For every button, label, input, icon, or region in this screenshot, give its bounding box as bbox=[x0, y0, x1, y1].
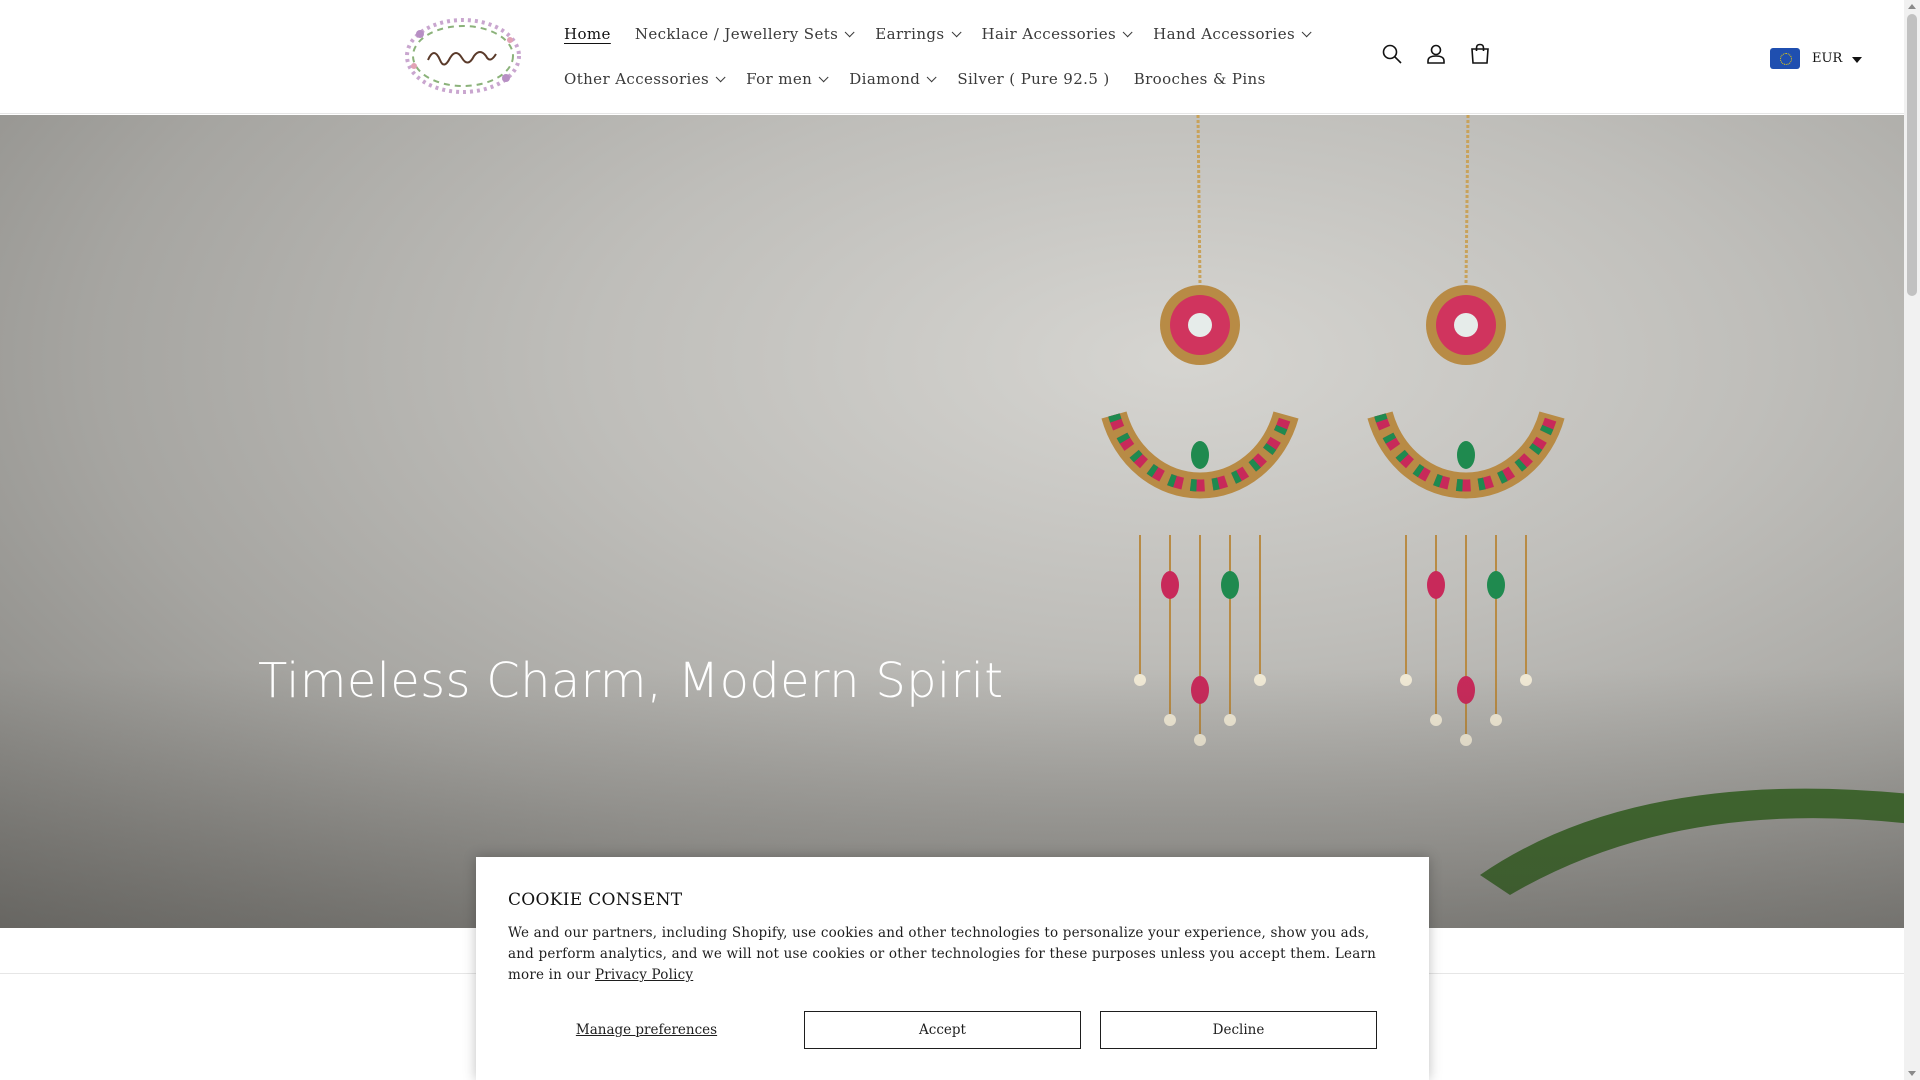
header-icons bbox=[1380, 42, 1492, 66]
chevron-down-icon bbox=[818, 71, 829, 82]
cookie-title: COOKIE CONSENT bbox=[508, 890, 683, 910]
ranibaug-logo[interactable] bbox=[400, 14, 526, 98]
chevron-down-icon bbox=[926, 71, 937, 82]
nav-item-hair-accessories[interactable]: Hair Accessories bbox=[970, 22, 1142, 46]
privacy-policy-link[interactable]: Privacy Policy bbox=[595, 967, 693, 983]
accept-button[interactable]: Accept bbox=[804, 1011, 1081, 1049]
nav-item-brooches[interactable]: Brooches & Pins bbox=[1122, 67, 1278, 91]
decline-button[interactable]: Decline bbox=[1100, 1011, 1377, 1049]
hero-title: Timeless Charm, Modern Spirit bbox=[258, 653, 1004, 709]
scroll-up-arrow-icon[interactable] bbox=[1908, 4, 1916, 9]
nav-item-earrings[interactable]: Earrings bbox=[863, 22, 969, 46]
search-icon[interactable] bbox=[1380, 42, 1404, 66]
hero-banner[interactable]: Timeless Charm, Modern Spirit bbox=[0, 115, 1904, 928]
main-nav-row-2: Other Accessories For men Diamond Silver… bbox=[552, 67, 1278, 91]
nav-item-hand-accessories[interactable]: Hand Accessories bbox=[1141, 22, 1320, 46]
currency-selector[interactable]: EUR bbox=[1770, 48, 1863, 69]
chevron-down-icon bbox=[1122, 26, 1133, 37]
chevron-down-icon bbox=[844, 26, 855, 37]
manage-preferences-button[interactable]: Manage preferences bbox=[508, 1011, 785, 1049]
currency-code: EUR bbox=[1812, 51, 1843, 66]
account-icon[interactable] bbox=[1424, 42, 1448, 66]
nav-item-necklace[interactable]: Necklace / Jewellery Sets bbox=[623, 22, 863, 46]
cart-icon[interactable] bbox=[1468, 42, 1492, 66]
caret-down-icon bbox=[1852, 56, 1863, 63]
scrollbar-thumb[interactable] bbox=[1907, 14, 1917, 296]
main-nav-row-1: Home Necklace / Jewellery Sets Earrings … bbox=[552, 22, 1320, 46]
scroll-down-arrow-icon[interactable] bbox=[1908, 1071, 1916, 1076]
chevron-down-icon bbox=[951, 26, 962, 37]
nav-item-other-accessories[interactable]: Other Accessories bbox=[552, 67, 734, 91]
chevron-down-icon bbox=[715, 71, 726, 82]
cookie-text: We and our partners, including Shopify, … bbox=[508, 923, 1398, 986]
page-scrollbar[interactable] bbox=[1904, 0, 1920, 1080]
nav-item-silver[interactable]: Silver ( Pure 92.5 ) bbox=[945, 67, 1121, 91]
cookie-consent-dialog: COOKIE CONSENT We and our partners, incl… bbox=[476, 857, 1429, 1080]
eu-flag-icon bbox=[1770, 48, 1800, 69]
site-header: Home Necklace / Jewellery Sets Earrings … bbox=[0, 0, 1904, 114]
nav-item-diamond[interactable]: Diamond bbox=[837, 67, 945, 91]
chevron-down-icon bbox=[1301, 26, 1312, 37]
nav-item-home[interactable]: Home bbox=[552, 22, 623, 46]
nav-item-for-men[interactable]: For men bbox=[734, 67, 837, 91]
